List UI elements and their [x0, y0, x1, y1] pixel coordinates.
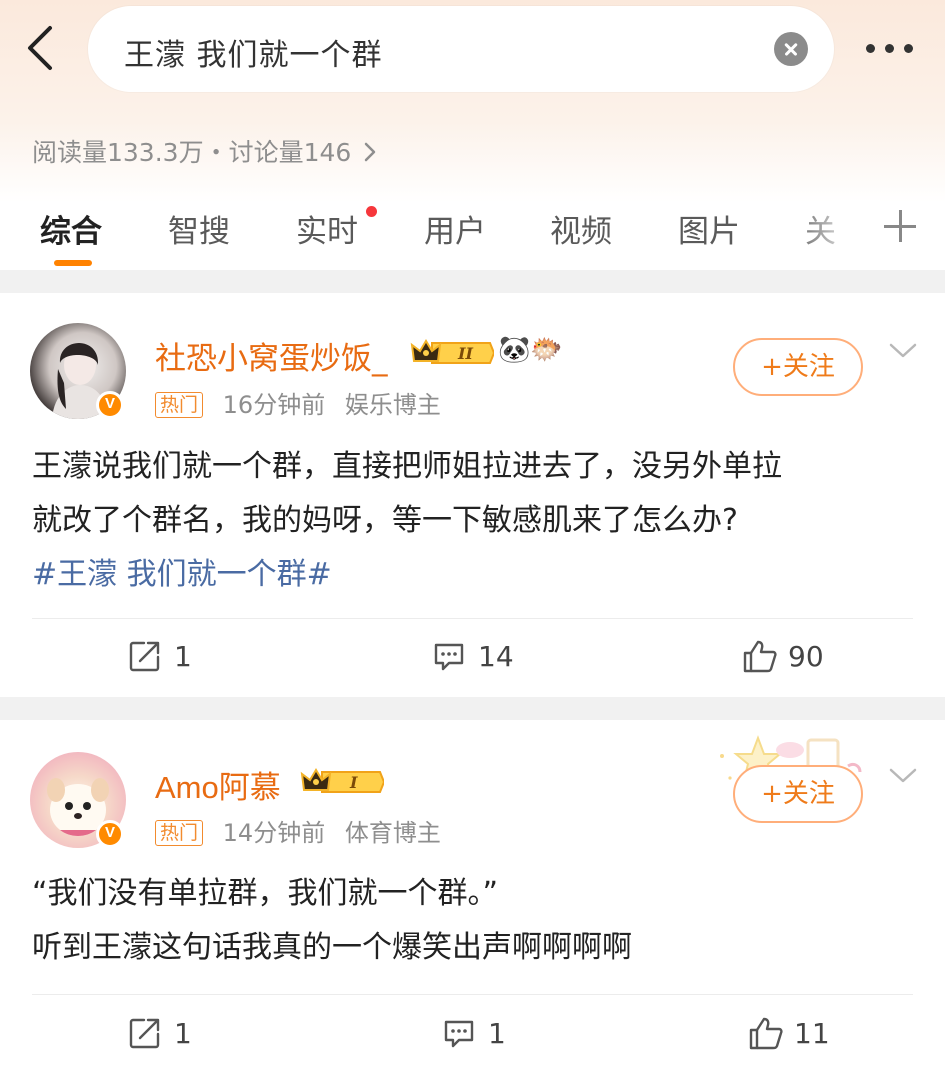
dot-icon: [885, 44, 894, 53]
repost-icon: [129, 641, 160, 672]
follow-button[interactable]: +关注: [733, 338, 863, 396]
hashtag-link[interactable]: #王濛 我们就一个群#: [32, 548, 912, 602]
tab-videos[interactable]: 视频: [550, 206, 612, 251]
crown-icon: I: [300, 768, 386, 793]
post-menu-button[interactable]: [888, 766, 918, 786]
post-card: Amo阿慕 I 热门 14分钟前 体育博主 +关注 “我们没有单拉群，我们就一个…: [0, 720, 945, 1080]
post-meta: 热门 14分钟前 体育博主: [155, 813, 441, 848]
like-button[interactable]: 90: [742, 637, 862, 677]
like-button[interactable]: 11: [748, 1014, 868, 1054]
comment-icon: [434, 643, 464, 671]
post-meta: 热门 16分钟前 娱乐博主: [155, 385, 441, 420]
search-query-text: 王濛 我们就一个群: [124, 38, 383, 73]
hot-tag: 热门: [155, 820, 204, 846]
post-text-line: “我们没有单拉群，我们就一个群。”: [32, 876, 499, 911]
level-badge[interactable]: I: [300, 766, 386, 796]
comment-icon: [444, 1020, 474, 1048]
topic-stats[interactable]: 阅读量133.3万・讨论量146: [32, 133, 377, 169]
chevron-down-icon: [889, 343, 917, 358]
tab-comprehensive[interactable]: 综合: [40, 206, 102, 251]
thumbs-up-icon: [743, 640, 777, 673]
post-time: 14分钟前: [222, 819, 326, 847]
tab-users[interactable]: 用户: [424, 206, 486, 251]
clear-search-icon[interactable]: [774, 32, 808, 66]
comment-button[interactable]: 1: [442, 1014, 562, 1054]
tab-smart-search[interactable]: 智搜: [168, 206, 230, 251]
post-body: “我们没有单拉群，我们就一个群。” 听到王濛这句话我真的一个爆笑出声啊啊啊啊: [32, 867, 912, 975]
like-count: 90: [788, 640, 824, 673]
level-text: I: [349, 773, 358, 792]
author-role: 体育博主: [344, 819, 441, 847]
post-text-line: 听到王濛这句话我真的一个爆笑出声啊啊啊啊: [32, 930, 632, 965]
tab-realtime[interactable]: 实时: [296, 206, 358, 251]
post-body: 王濛说我们就一个群，直接把师姐拉进去了，没另外单拉 就改了个群名，我的妈呀，等一…: [32, 440, 912, 602]
divider: [32, 618, 913, 619]
dot-icon: [866, 44, 875, 53]
follow-button[interactable]: +关注: [733, 765, 863, 823]
author-role: 娱乐博主: [344, 391, 441, 419]
hot-tag: 热门: [155, 392, 204, 418]
verified-badge-icon: [96, 391, 124, 419]
active-tab-indicator: [54, 260, 92, 266]
stats-text: 阅读量133.3万・讨论量146: [32, 138, 352, 167]
repost-count: 1: [174, 1017, 192, 1050]
repost-button[interactable]: 1: [128, 1014, 248, 1054]
more-options-button[interactable]: [862, 36, 918, 60]
repost-button[interactable]: 1: [128, 637, 248, 677]
level-text: II: [457, 344, 473, 363]
verified-badge-icon: [96, 820, 124, 848]
search-input[interactable]: 王濛 我们就一个群: [88, 6, 834, 92]
panda-pufferfish-icon: 🐼🐡: [498, 335, 563, 365]
comment-button[interactable]: 14: [432, 637, 552, 677]
comment-count: 14: [478, 640, 514, 673]
post-username[interactable]: Amo阿慕: [155, 762, 281, 807]
new-content-dot: [366, 206, 377, 217]
tab-fade: [790, 200, 880, 260]
comment-count: 1: [488, 1017, 506, 1050]
chevron-down-icon: [889, 768, 917, 783]
repost-count: 1: [174, 640, 192, 673]
add-tab-plus-icon[interactable]: [884, 210, 916, 242]
dot-icon: [904, 44, 913, 53]
post-card: 社恐小窝蛋炒饭_ II 🐼🐡 热门 16分钟前 娱乐博主 +关注 王濛说我们就一…: [0, 293, 945, 697]
repost-icon: [129, 1018, 160, 1049]
post-text-line: 就改了个群名，我的妈呀，等一下敏感肌来了怎么办?: [32, 503, 738, 538]
post-menu-button[interactable]: [888, 341, 918, 361]
divider: [32, 994, 913, 995]
crown-icon: II: [410, 339, 496, 364]
post-text-line: 王濛说我们就一个群，直接把师姐拉进去了，没另外单拉: [32, 449, 782, 484]
like-count: 11: [794, 1017, 830, 1050]
tab-images[interactable]: 图片: [678, 206, 740, 251]
chevron-left-icon: [28, 26, 52, 70]
thumbs-up-icon: [749, 1017, 783, 1050]
post-time: 16分钟前: [222, 391, 326, 419]
level-badge[interactable]: II: [410, 337, 496, 367]
post-username[interactable]: 社恐小窝蛋炒饭_: [155, 333, 388, 378]
chevron-right-icon: [365, 142, 376, 162]
back-button[interactable]: [22, 24, 62, 72]
